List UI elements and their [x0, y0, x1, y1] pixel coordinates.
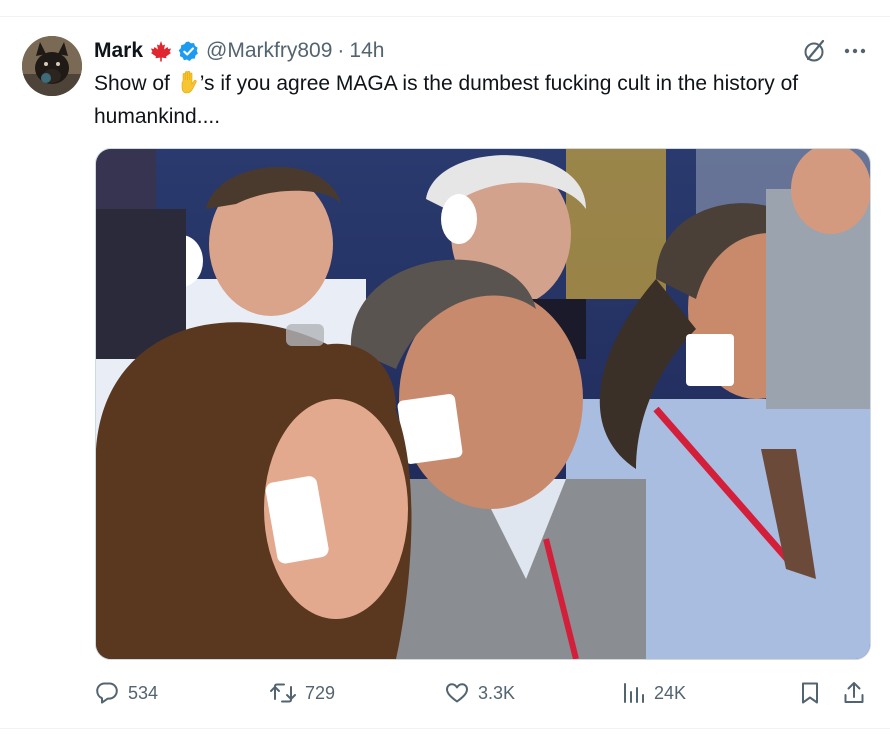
- repost-button[interactable]: 729: [269, 676, 335, 710]
- tweet-text-part-1: Show of: [94, 72, 176, 95]
- tweet-header: Mark @Markfry809 · 14h: [94, 36, 384, 66]
- reply-count: 534: [128, 682, 159, 703]
- views-icon: [622, 680, 646, 706]
- reply-icon: [94, 680, 120, 706]
- views-button[interactable]: 24K: [622, 676, 686, 710]
- repost-count: 729: [305, 682, 336, 703]
- bookmark-button[interactable]: [798, 676, 822, 710]
- photo-image: [96, 149, 870, 659]
- repost-icon: [269, 680, 297, 706]
- author-name[interactable]: Mark: [94, 39, 143, 63]
- raised-hand-icon: [177, 70, 199, 102]
- action-bar: 534 729 3.3K 24K: [94, 676, 868, 710]
- more-icon[interactable]: [842, 38, 868, 64]
- avatar[interactable]: [22, 36, 82, 96]
- top-divider: [0, 16, 890, 17]
- avatar-image: [22, 36, 82, 96]
- tweet-photo[interactable]: [95, 148, 871, 660]
- share-icon: [842, 680, 866, 706]
- tweet-text-part-2: ’s if you agree MAGA is the dumbest fuck…: [94, 72, 799, 128]
- separator-dot: ·: [337, 39, 345, 62]
- like-count: 3.3K: [478, 682, 516, 703]
- bookmark-icon: [798, 680, 822, 706]
- top-actions: [802, 38, 868, 64]
- reply-button[interactable]: 534: [94, 676, 158, 710]
- heart-icon: [444, 680, 470, 706]
- bottom-divider: [0, 728, 890, 729]
- views-count: 24K: [654, 682, 687, 703]
- like-button[interactable]: 3.3K: [444, 676, 515, 710]
- tweet-text: Show of ’s if you agree MAGA is the dumb…: [94, 69, 864, 131]
- maple-leaf-icon: [149, 40, 173, 62]
- share-button[interactable]: [842, 676, 866, 710]
- verified-badge-icon[interactable]: [177, 40, 200, 63]
- author-handle[interactable]: @Markfry809: [206, 39, 332, 63]
- grok-icon[interactable]: [802, 38, 828, 64]
- timestamp[interactable]: 14h: [349, 39, 384, 63]
